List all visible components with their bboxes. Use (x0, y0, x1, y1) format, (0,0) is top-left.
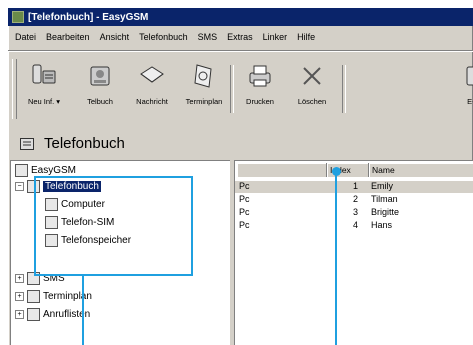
cell-index: 4 (353, 220, 359, 230)
cell-name: Hans (371, 220, 393, 230)
phonebook-icon (85, 61, 115, 91)
cell-location: Pc (239, 220, 250, 230)
menu-datei[interactable]: Datei (15, 32, 36, 42)
window-title: [Telefonbuch] - EasyGSM (28, 11, 149, 23)
toolbar-separator (342, 65, 346, 113)
tree-item-anruflisten[interactable]: + Anruflisten (15, 307, 90, 321)
cell-name: Tilman (371, 194, 398, 204)
menu-extras[interactable]: Extras (227, 32, 253, 42)
tree-root[interactable]: EasyGSM (15, 163, 76, 177)
new-entry-icon (29, 61, 59, 91)
message-label: Nachricht (136, 97, 168, 106)
cell-name: Brigitte (371, 207, 400, 217)
callout-line (335, 173, 337, 345)
toolbar-grip[interactable] (12, 59, 17, 119)
email-button[interactable]: E-M (448, 59, 473, 117)
expand-icon[interactable]: + (15, 309, 24, 319)
menu-linker[interactable]: Linker (263, 32, 288, 42)
phonebook-icon (20, 137, 34, 150)
column-header-location[interactable] (237, 163, 327, 177)
print-label: Drucken (246, 97, 274, 106)
menu-telefonbuch[interactable]: Telefonbuch (139, 32, 188, 42)
cell-name: Emily (371, 181, 393, 191)
cell-location: Pc (239, 181, 250, 191)
email-label: E-M (467, 97, 473, 106)
list-pane: Index Name Pc 1 Emily Pc 2 Tilman Pc 3 B… (234, 160, 473, 345)
table-row[interactable]: Pc 4 Hans (235, 220, 473, 232)
expand-icon[interactable]: + (15, 291, 24, 301)
cell-location: Pc (239, 207, 250, 217)
delete-button[interactable]: Löschen (286, 59, 338, 117)
title-bar[interactable]: [Telefonbuch] - EasyGSM (8, 8, 473, 26)
phonebook-label: Telbuch (87, 97, 113, 106)
tree-item-label: Terminplan (43, 290, 92, 302)
cell-index: 2 (353, 194, 359, 204)
cell-index: 3 (353, 207, 359, 217)
column-label: Name (372, 165, 395, 175)
callout-box (34, 176, 193, 276)
print-icon (245, 61, 275, 91)
tree-root-label: EasyGSM (31, 164, 77, 176)
app-window: [Telefonbuch] - EasyGSM Datei Bearbeiten… (8, 8, 473, 345)
call-list-icon (27, 307, 40, 321)
message-button[interactable]: Nachricht (126, 59, 178, 117)
table-row[interactable]: Pc 1 Emily (235, 181, 473, 193)
cell-location: Pc (239, 194, 250, 204)
delete-label: Löschen (297, 97, 327, 106)
table-row[interactable]: Pc 3 Brigitte (235, 207, 473, 219)
menu-ansicht[interactable]: Ansicht (100, 32, 130, 42)
menu-hilfe[interactable]: Hilfe (297, 32, 315, 42)
tree-item-terminplan[interactable]: + Terminplan (15, 289, 92, 303)
app-icon (12, 11, 24, 23)
calendar-icon (27, 289, 40, 303)
phonebook-button[interactable]: Telbuch (74, 59, 126, 117)
calendar-label: Terminplan (185, 97, 223, 106)
menu-bar: Datei Bearbeiten Ansicht Telefonbuch SMS… (8, 28, 473, 46)
new-entry-button[interactable]: Neu Inf. ▾ (18, 59, 70, 117)
menu-sms[interactable]: SMS (198, 32, 218, 42)
callout-line (82, 276, 84, 345)
computer-icon (15, 163, 28, 177)
print-button[interactable]: Drucken (234, 59, 286, 117)
tree-pane: EasyGSM − Telefonbuch Computer Telefon-S… (10, 160, 230, 345)
message-icon (137, 61, 167, 91)
table-row[interactable]: Pc 2 Tilman (235, 194, 473, 206)
calendar-icon (189, 61, 219, 91)
column-header-name[interactable]: Name (369, 163, 473, 177)
collapse-icon[interactable]: − (15, 181, 24, 191)
new-entry-label: Neu Inf. (27, 97, 55, 106)
expand-icon[interactable]: + (15, 273, 24, 283)
menu-bearbeiten[interactable]: Bearbeiten (46, 32, 90, 42)
page-title: Telefonbuch (44, 134, 125, 152)
toolbar: Neu Inf. ▾ Telbuch Nachricht Terminplan (8, 50, 473, 127)
delete-icon (297, 61, 327, 91)
email-icon (459, 61, 473, 91)
calendar-button[interactable]: Terminplan (178, 59, 230, 117)
cell-index: 1 (353, 181, 359, 191)
section-header: Telefonbuch (8, 126, 473, 160)
